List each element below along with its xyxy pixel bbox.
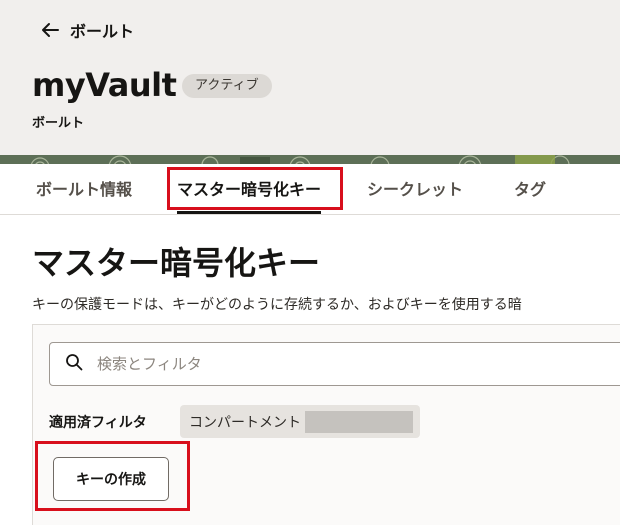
decorative-banner — [0, 155, 620, 164]
resource-type-label: ボールト — [32, 116, 85, 131]
search-input[interactable] — [95, 354, 579, 374]
back-link-label: ボールト — [70, 22, 135, 41]
applied-filters-label: 適用済フィルタ — [49, 415, 147, 431]
status-badge: アクティブ — [182, 74, 272, 98]
search-box[interactable] — [49, 342, 620, 386]
tab-bar: ボールト情報 マスター暗号化キー シークレット タグ — [0, 164, 620, 215]
tab-master-encryption-keys[interactable]: マスター暗号化キー — [177, 164, 322, 214]
page-header: ボールト myVault アクティブ ボールト — [0, 0, 620, 155]
filter-chip-label: コンパートメント — [189, 414, 301, 431]
page-title: マスター暗号化キー — [32, 244, 321, 282]
tab-tags[interactable]: タグ — [514, 164, 546, 214]
create-key-button[interactable]: キーの作成 — [53, 457, 169, 501]
compartment-filter-chip[interactable]: コンパートメント — [180, 405, 420, 438]
tab-secrets[interactable]: シークレット — [367, 164, 463, 214]
arrow-left-icon — [40, 22, 60, 38]
page-description: キーの保護モードは、キーがどのように存続するか、およびキーを使用する暗 — [32, 297, 522, 313]
tab-vault-info[interactable]: ボールト情報 — [36, 164, 132, 214]
back-to-vaults-link[interactable]: ボールト — [40, 18, 134, 42]
vault-title: myVault — [32, 66, 177, 104]
redacted-compartment-name — [305, 410, 413, 433]
search-icon — [50, 353, 83, 375]
